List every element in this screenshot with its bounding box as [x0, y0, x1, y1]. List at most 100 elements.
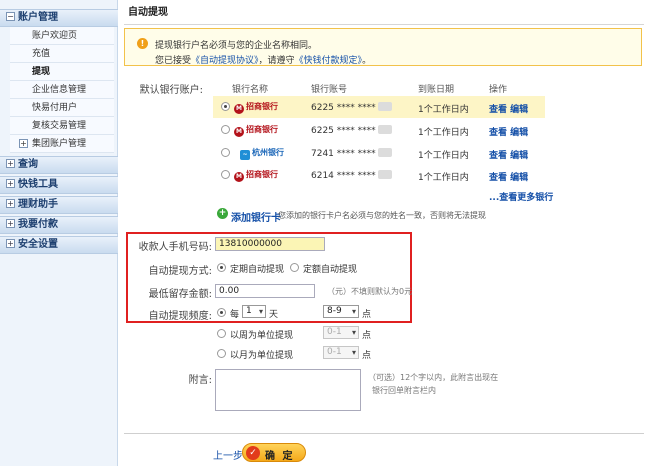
section-query[interactable]: + 查询	[0, 156, 118, 174]
mode-label: 自动提现方式:	[148, 266, 212, 277]
bank-logo-cmb: M 招商银行	[234, 102, 278, 114]
warning-icon: !	[137, 38, 148, 49]
freq-monthly-label: 以月为单位提现	[230, 351, 294, 361]
bank-ops-2: 查看 编辑	[489, 125, 528, 138]
page-title: 自动提现	[124, 5, 644, 25]
expand-icon: +	[6, 179, 15, 188]
bank-radio-4[interactable]	[221, 170, 230, 179]
view-link[interactable]: 查看	[489, 105, 507, 115]
bank-radio-1[interactable]	[221, 102, 230, 111]
add-bank-hint: 您添加的银行卡户名必须与您的姓名一致，否则将无法提现	[278, 211, 486, 220]
col-ops: 操作	[489, 85, 508, 95]
view-link[interactable]: 查看	[489, 128, 507, 138]
note-textarea[interactable]	[215, 369, 361, 411]
check-icon: ✓	[246, 446, 260, 460]
sidebar-item-quickpay-users[interactable]: 快易付用户	[10, 99, 114, 117]
bank-ops-3: 查看 编辑	[489, 148, 528, 161]
notice-box: ! 提现银行户名必须与您的企业名称相同。 您已接受《自动提现协议》，请遵守《快钱…	[124, 28, 642, 66]
week-time-select[interactable]: 0-1	[323, 326, 359, 339]
bank-account-3: 7241 **** ****	[311, 148, 392, 159]
view-link[interactable]: 查看	[489, 151, 507, 161]
bank-logo-cmb: M 招商银行	[234, 170, 278, 182]
payment-rules-link[interactable]: 《快钱付款规定》	[295, 56, 363, 66]
cmb-logo-icon: M	[234, 172, 244, 182]
freq-point-label: 点	[362, 310, 372, 320]
edit-link[interactable]: 编辑	[510, 173, 528, 183]
bank-logo-hzb: ~ 杭州银行	[240, 147, 284, 160]
min-amount-hint: （元）不填则默认为0元	[327, 287, 413, 296]
phone-input[interactable]: 13810000000	[215, 237, 325, 251]
col-date: 到账日期	[418, 85, 455, 95]
min-amount-label: 最低留存金额:	[148, 289, 212, 300]
week-point-label: 点	[362, 331, 372, 341]
view-link[interactable]: 查看	[489, 173, 507, 183]
col-bank-name: 银行名称	[232, 85, 269, 95]
confirm-label: 确 定	[265, 451, 295, 462]
default-bank-label: 默认银行账户:	[139, 85, 203, 96]
bank-ops-1: 查看 编辑	[489, 102, 528, 115]
month-time-select[interactable]: 0-1	[323, 346, 359, 359]
mode-periodic-label: 定期自动提现	[230, 265, 285, 275]
bank-date-1: 1个工作日内	[418, 105, 469, 115]
notice-line1: 提现银行户名必须与您的企业名称相同。	[155, 41, 318, 51]
freq-day-label: 天	[269, 310, 279, 320]
bank-ops-4: 查看 编辑	[489, 170, 528, 183]
section-label: 我要付款	[18, 219, 58, 230]
sidebar-item-review-trans[interactable]: 复核交易管理	[10, 117, 114, 135]
cmb-logo-icon: M	[234, 127, 244, 137]
expand-icon: +	[19, 139, 28, 148]
sidebar-item-welcome[interactable]: 账户欢迎页	[10, 27, 114, 45]
bank-logo-cmb: M 招商银行	[234, 125, 278, 137]
sidebar-item-recharge[interactable]: 充值	[10, 45, 114, 63]
note-label: 附言:	[188, 375, 212, 386]
month-point-label: 点	[362, 351, 372, 361]
bank-date-2: 1个工作日内	[418, 128, 469, 138]
auto-withdraw-agreement-link[interactable]: 《自动提现协议》	[191, 56, 259, 66]
col-account: 银行账号	[311, 85, 348, 95]
edit-link[interactable]: 编辑	[510, 105, 528, 115]
freq-every-label: 每	[230, 310, 240, 320]
min-amount-input[interactable]: 0.00	[215, 284, 315, 298]
more-banks-link[interactable]: ...查看更多银行	[489, 190, 553, 203]
add-icon[interactable]: +	[217, 208, 228, 219]
mode-periodic-radio[interactable]	[217, 263, 226, 272]
sidebar-item-group-account[interactable]: + 集团账户管理	[10, 135, 114, 153]
note-hint-2: 银行回单附言栏内	[372, 386, 436, 395]
sidebar-item-withdraw[interactable]: 提现	[10, 63, 114, 81]
expand-icon: +	[6, 159, 15, 168]
bank-date-3: 1个工作日内	[418, 151, 469, 161]
sidebar-item-company-info[interactable]: 企业信息管理	[10, 81, 114, 99]
edit-link[interactable]: 编辑	[510, 128, 528, 138]
section-label: 快钱工具	[18, 179, 58, 190]
edit-link[interactable]: 编辑	[510, 151, 528, 161]
section-pay[interactable]: + 我要付款	[0, 216, 118, 234]
section-label: 账户管理	[18, 12, 58, 23]
confirm-button[interactable]: ✓ 确 定	[242, 443, 306, 462]
prev-step-link[interactable]: 上一步	[213, 447, 243, 462]
section-account-mgmt[interactable]: − 账户管理	[0, 9, 118, 27]
freq-weekly-radio[interactable]	[217, 329, 226, 338]
section-label: 查询	[18, 159, 38, 170]
expand-icon: +	[6, 199, 15, 208]
section-finance[interactable]: + 理财助手	[0, 196, 118, 214]
section-tools[interactable]: + 快钱工具	[0, 176, 118, 194]
freq-daily-radio[interactable]	[217, 308, 226, 317]
phone-label: 收款人手机号码:	[138, 242, 212, 253]
freq-time-select[interactable]: 8-9	[323, 305, 359, 318]
bank-account-1: 6225 **** ****	[311, 102, 392, 113]
notice-line2: 您已接受《自动提现协议》，请遵守《快钱付款规定》。	[155, 56, 372, 66]
mode-fixed-radio[interactable]	[290, 263, 299, 272]
hzb-logo-icon: ~	[240, 150, 250, 160]
cmb-logo-icon: M	[234, 104, 244, 114]
bank-radio-2[interactable]	[221, 125, 230, 134]
freq-monthly-radio[interactable]	[217, 349, 226, 358]
collapse-icon: −	[6, 12, 15, 21]
bank-date-4: 1个工作日内	[418, 173, 469, 183]
section-label: 安全设置	[18, 239, 58, 250]
section-security[interactable]: + 安全设置	[0, 236, 118, 254]
note-hint-1: （可选）12个字以内，此附言出现在	[368, 373, 499, 382]
freq-weekly-label: 以周为单位提现	[230, 331, 294, 341]
bank-radio-3[interactable]	[221, 148, 230, 157]
freq-day-select[interactable]: 1	[242, 305, 266, 318]
add-bank-card-link[interactable]: 添加银行卡	[231, 209, 281, 224]
